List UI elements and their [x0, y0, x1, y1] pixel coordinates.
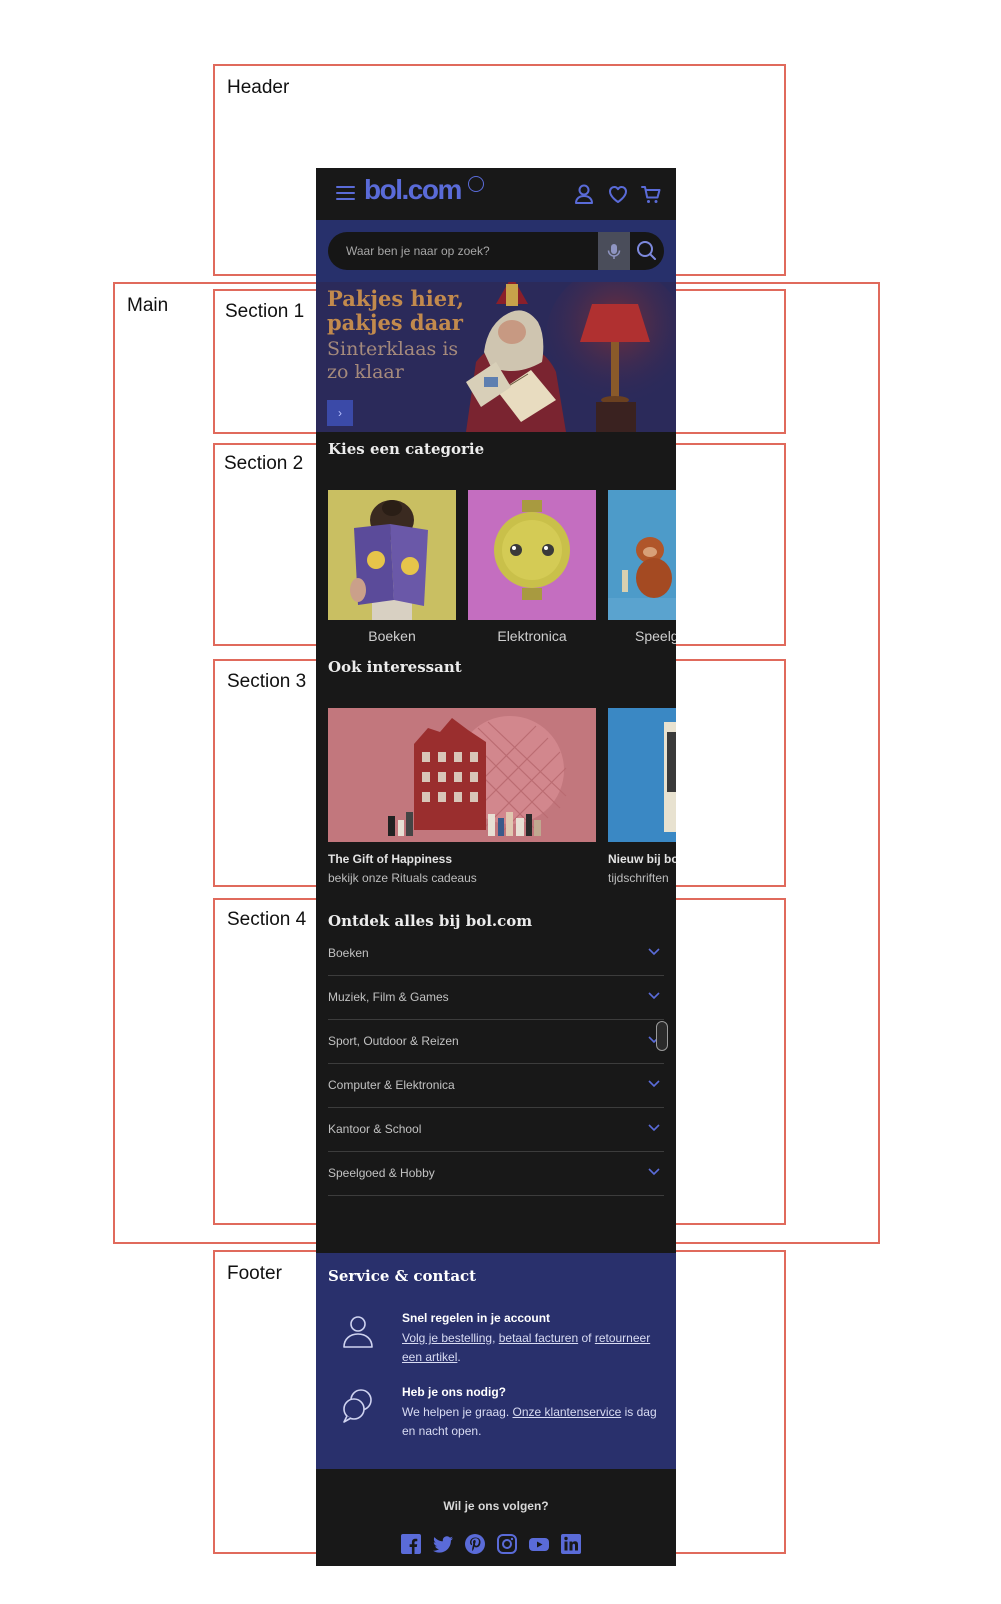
hero-banner[interactable]: Pakjes hier, pakjes daar Sinterklaas is … [316, 282, 676, 432]
chevron-down-icon [648, 1080, 660, 1088]
accordion-label: Speelgoed & Hobby [328, 1166, 435, 1180]
youtube-icon[interactable] [528, 1533, 550, 1555]
category-image-elektronica [468, 490, 596, 620]
help-heading: Heb je ons nodig? [402, 1385, 506, 1399]
main-annotation-label: Main [127, 295, 169, 316]
header-annotation-label: Header [227, 77, 290, 98]
hero-subline: Sinterklaas is zo klaar [327, 338, 459, 383]
account-person-icon [343, 1316, 373, 1348]
chat-bubbles-icon [343, 1389, 372, 1423]
voice-search-button[interactable] [598, 232, 630, 270]
discover-title: Ontdek alles bij bol.com [328, 912, 533, 930]
section1-annotation-label: Section 1 [225, 301, 305, 322]
help-pre-text: We helpen je graag. [402, 1405, 513, 1419]
customer-service-link[interactable]: Onze klantenservice [513, 1405, 622, 1419]
track-order-link[interactable]: Volg je bestelling [402, 1331, 492, 1345]
interesting-title: Ook interessant [328, 658, 462, 676]
accordion-item-computer-elektronica[interactable]: Computer & Elektronica [328, 1064, 664, 1108]
facebook-icon[interactable] [400, 1533, 422, 1555]
social-follow-panel: Wil je ons volgen? [316, 1469, 676, 1566]
service-contact-panel: Service & contact Snel regelen in je acc… [316, 1253, 676, 1469]
account-heading: Snel regelen in je account [402, 1311, 551, 1325]
accordion-label: Computer & Elektronica [328, 1078, 455, 1092]
chevron-down-icon [648, 948, 660, 956]
section2-annotation-label: Section 2 [224, 453, 304, 474]
accordion-item-sport-outdoor-reizen[interactable]: Sport, Outdoor & Reizen [328, 1020, 664, 1064]
hero-headline: Pakjes hier, pakjes daar [327, 286, 464, 335]
category-label: Boeken [368, 628, 416, 644]
pinterest-icon[interactable] [464, 1533, 486, 1555]
promo-image-rituals [328, 708, 596, 842]
category-label: Elektronica [497, 628, 567, 644]
search-box [328, 232, 664, 270]
section3-annotation-label: Section 3 [227, 671, 307, 692]
phone-screen: bol.com Waar ben je naar op zoek? Pakjes… [316, 168, 676, 1566]
pay-invoices-link[interactable]: betaal facturen [499, 1331, 578, 1345]
accordion-item-speelgoed-hobby[interactable]: Speelgoed & Hobby [328, 1152, 664, 1196]
scroll-handle[interactable] [656, 1021, 668, 1051]
promo-image-tijdschriften [608, 708, 676, 842]
menu-icon[interactable] [336, 186, 355, 200]
cart-icon[interactable] [639, 182, 663, 206]
accordion-label: Sport, Outdoor & Reizen [328, 1034, 459, 1048]
category-card-elektronica[interactable]: Elektronica [468, 490, 596, 646]
hero-next-button[interactable]: › [327, 400, 353, 426]
accordion-item-boeken[interactable]: Boeken [328, 932, 664, 976]
category-card-speelgoed[interactable]: Speelg [608, 490, 676, 646]
logo-mark-icon [468, 176, 484, 192]
accordion-label: Muziek, Film & Games [328, 990, 449, 1004]
search-input[interactable] [328, 232, 598, 270]
search-icon [637, 241, 656, 260]
accordion-label: Kantoor & School [328, 1122, 422, 1136]
accordion-item-kantoor-school[interactable]: Kantoor & School [328, 1108, 664, 1152]
top-bar: bol.com [316, 168, 676, 220]
promo-title: Nieuw bij bo [608, 852, 676, 866]
section4-annotation-label: Section 4 [227, 909, 307, 930]
promo-subtitle: tijdschriften [608, 871, 669, 885]
wishlist-heart-icon[interactable] [606, 182, 630, 206]
follow-title: Wil je ons volgen? [443, 1499, 549, 1513]
promo-title: The Gift of Happiness [328, 852, 453, 866]
end-text: . [457, 1350, 461, 1364]
footer-annotation-label: Footer [227, 1263, 282, 1284]
category-card-boeken[interactable]: Boeken [328, 490, 456, 646]
linkedin-icon[interactable] [560, 1533, 582, 1555]
microphone-icon [607, 244, 621, 259]
help-text: We helpen je graag. Onze klantenservice … [402, 1403, 662, 1441]
twitter-icon[interactable] [432, 1533, 454, 1555]
bol-logo[interactable]: bol.com [364, 174, 462, 206]
instagram-icon[interactable] [496, 1533, 518, 1555]
categories-title: Kies een categorie [328, 440, 485, 458]
search-bar [316, 220, 676, 282]
service-title: Service & contact [328, 1267, 477, 1285]
accordion-item-muziek-film-games[interactable]: Muziek, Film & Games [328, 976, 664, 1020]
category-image-boeken [328, 490, 456, 620]
chevron-down-icon [648, 1168, 660, 1176]
account-icon[interactable] [572, 182, 596, 206]
promo-card-tijdschriften[interactable]: Nieuw bij bo tijdschriften [608, 708, 676, 898]
chevron-down-icon [648, 1124, 660, 1132]
separator-text: of [578, 1331, 595, 1345]
category-image-speelgoed [608, 490, 676, 620]
accordion-label: Boeken [328, 946, 369, 960]
promo-subtitle: bekijk onze Rituals cadeaus [328, 871, 477, 885]
separator-text: , [492, 1331, 499, 1345]
category-label: Speelg [635, 628, 676, 644]
search-button[interactable] [630, 232, 664, 270]
chevron-down-icon [648, 992, 660, 1000]
account-text: Volg je bestelling, betaal facturen of r… [402, 1329, 662, 1367]
